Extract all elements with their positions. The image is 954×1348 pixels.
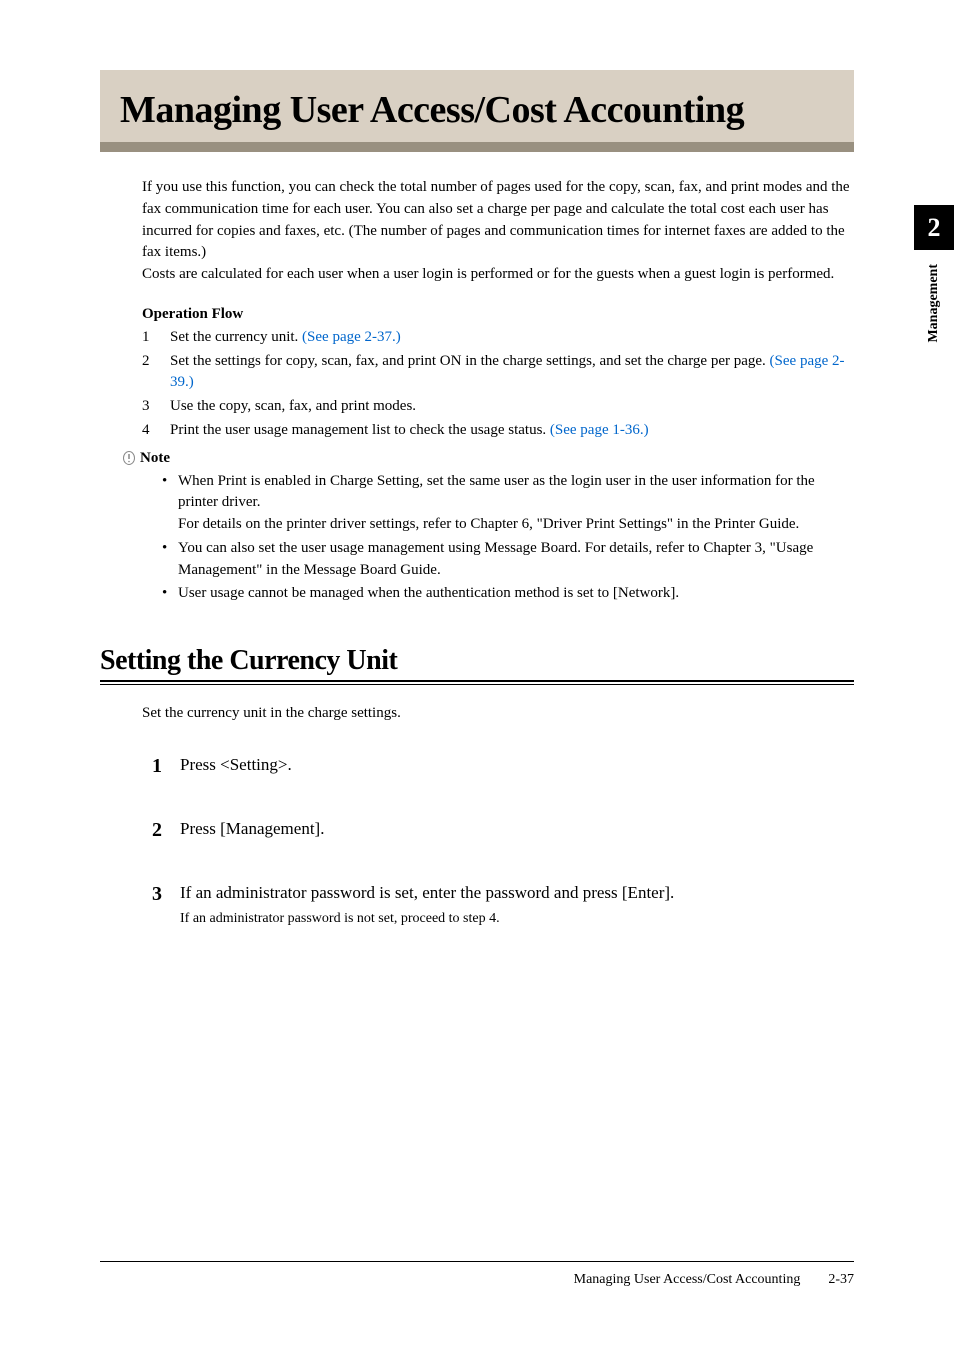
flow-num: 2	[142, 351, 170, 395]
footer-page-number: 2-37	[828, 1272, 854, 1288]
note-bullet-item: • User usage cannot be managed when the …	[162, 583, 854, 605]
chapter-label: Management	[926, 264, 942, 343]
flow-text: Set the settings for copy, scan, fax, an…	[170, 353, 770, 369]
flow-text: Use the copy, scan, fax, and print modes…	[170, 398, 416, 414]
note-bullet-list: • When Print is enabled in Charge Settin…	[162, 471, 854, 606]
step-list: 1 Press <Setting>. 2 Press [Management].…	[152, 753, 854, 928]
flow-num: 1	[142, 327, 170, 349]
bullet-content: User usage cannot be managed when the au…	[178, 583, 854, 605]
step-sub-text: If an administrator password is not set,…	[180, 909, 854, 929]
flow-item: 3 Use the copy, scan, fax, and print mod…	[142, 396, 854, 418]
step-content: Press [Management].	[180, 817, 854, 843]
intro-text-2: Costs are calculated for each user when …	[142, 266, 834, 282]
bullet-marker: •	[162, 538, 178, 582]
intro-text-1: If you use this function, you can check …	[142, 179, 850, 260]
step-number: 1	[152, 753, 180, 779]
flow-item: 2 Set the settings for copy, scan, fax, …	[142, 351, 854, 395]
step-main-text: Press <Setting>.	[180, 753, 854, 777]
step-content: Press <Setting>.	[180, 753, 854, 779]
note-label-text: Note	[140, 450, 170, 467]
flow-content: Set the currency unit. (See page 2-37.)	[170, 327, 854, 349]
bullet-marker: •	[162, 583, 178, 605]
step-item: 2 Press [Management].	[152, 817, 854, 843]
step-main-text: Press [Management].	[180, 817, 854, 841]
section-rule	[100, 680, 854, 685]
operation-flow-list: 1 Set the currency unit. (See page 2-37.…	[142, 327, 854, 442]
step-main-text: If an administrator password is set, ent…	[180, 881, 854, 905]
flow-text: Print the user usage management list to …	[170, 422, 550, 438]
flow-item: 1 Set the currency unit. (See page 2-37.…	[142, 327, 854, 349]
flow-num: 4	[142, 420, 170, 442]
note-icon	[122, 451, 136, 465]
bullet-marker: •	[162, 471, 178, 536]
flow-text: Set the currency unit.	[170, 329, 302, 345]
step-item: 3 If an administrator password is set, e…	[152, 881, 854, 928]
step-item: 1 Press <Setting>.	[152, 753, 854, 779]
intro-paragraph: If you use this function, you can check …	[142, 177, 854, 286]
flow-content: Print the user usage management list to …	[170, 420, 854, 442]
step-number: 2	[152, 817, 180, 843]
main-heading: Managing User Access/Cost Accounting	[120, 88, 834, 132]
side-tab: 2 Management	[914, 205, 954, 343]
section-heading: Setting the Currency Unit	[100, 645, 854, 677]
step-content: If an administrator password is set, ent…	[180, 881, 854, 928]
section-intro: Set the currency unit in the charge sett…	[142, 703, 854, 725]
note-label-row: Note	[122, 450, 854, 467]
bullet-content: When Print is enabled in Charge Setting,…	[178, 471, 854, 536]
flow-num: 3	[142, 396, 170, 418]
flow-content: Use the copy, scan, fax, and print modes…	[170, 396, 854, 418]
page-link[interactable]: (See page 1-36.)	[550, 422, 649, 438]
note-bullet-item: • You can also set the user usage manage…	[162, 538, 854, 582]
chapter-number-box: 2	[914, 205, 954, 250]
operation-flow-heading: Operation Flow	[142, 306, 854, 323]
main-heading-box: Managing User Access/Cost Accounting	[100, 70, 854, 152]
page-footer: Managing User Access/Cost Accounting 2-3…	[100, 1261, 854, 1288]
page-link[interactable]: (See page 2-37.)	[302, 329, 401, 345]
bullet-content: You can also set the user usage manageme…	[178, 538, 854, 582]
note-bullet-item: • When Print is enabled in Charge Settin…	[162, 471, 854, 536]
step-number: 3	[152, 881, 180, 928]
footer-title: Managing User Access/Cost Accounting	[574, 1272, 801, 1288]
chapter-number: 2	[928, 213, 941, 243]
flow-item: 4 Print the user usage management list t…	[142, 420, 854, 442]
flow-content: Set the settings for copy, scan, fax, an…	[170, 351, 854, 395]
